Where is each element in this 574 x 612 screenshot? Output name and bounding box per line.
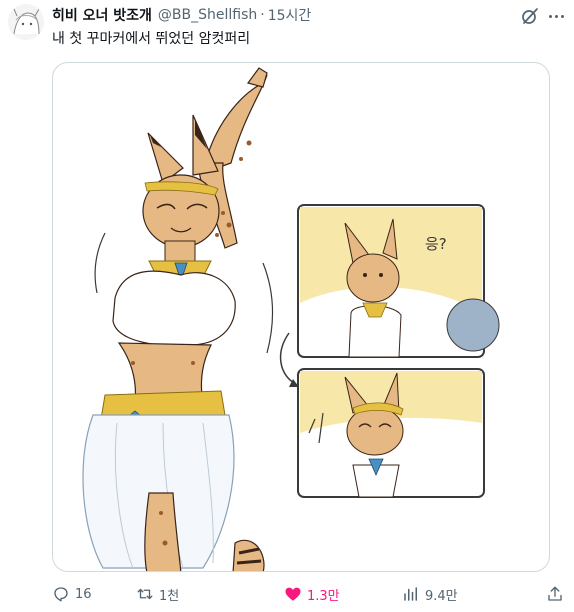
illustration-image: 응? xyxy=(82,67,500,571)
more-dots-icon xyxy=(548,14,552,18)
tweet-header: 히비 오너 밧조개 @BB_Shellfish · 15시간 xyxy=(52,5,311,25)
comic-panel-bottom xyxy=(297,368,485,498)
like-count: 1.3만 xyxy=(307,588,340,604)
grok-slash-icon xyxy=(522,8,538,24)
tweet: 히비 오너 밧조개 @BB_Shellfish · 15시간 내 첫 꾸마커에서… xyxy=(0,0,574,612)
dancer-figure xyxy=(82,67,274,571)
action-bar: 16 1천 1.3만 9.4만 xyxy=(52,582,572,606)
speech-bubble-text: 응? xyxy=(425,235,447,253)
curved-arrow xyxy=(279,332,298,386)
separator-dot: · xyxy=(260,7,265,23)
repost-icon xyxy=(137,588,153,600)
user-handle[interactable]: @BB_Shellfish xyxy=(158,7,257,23)
comic-panel-top: 응? xyxy=(297,204,500,358)
reply-button[interactable]: 16 xyxy=(52,582,92,606)
share-icon xyxy=(548,586,562,601)
more-button[interactable] xyxy=(544,4,568,28)
repost-button[interactable]: 1천 xyxy=(136,582,179,606)
display-name[interactable]: 히비 오너 밧조개 xyxy=(52,5,152,25)
share-button[interactable] xyxy=(546,582,569,606)
tweet-media[interactable]: 응? xyxy=(52,62,550,572)
heart-filled-icon xyxy=(285,587,301,601)
repost-count: 1천 xyxy=(159,588,180,604)
tweet-text: 내 첫 꾸마커에서 뛰었던 암컷퍼리 xyxy=(52,31,251,47)
views-icon xyxy=(404,587,417,601)
reply-count: 16 xyxy=(75,586,92,602)
avatar-sketch-icon xyxy=(8,4,44,40)
views-count: 9.4만 xyxy=(425,588,458,604)
grok-button[interactable] xyxy=(520,6,540,26)
avatar[interactable] xyxy=(8,4,44,40)
post-time[interactable]: 15시간 xyxy=(268,5,312,25)
reply-icon xyxy=(54,587,68,602)
like-button[interactable]: 1.3만 xyxy=(284,582,340,606)
views-button[interactable]: 9.4만 xyxy=(402,582,458,606)
